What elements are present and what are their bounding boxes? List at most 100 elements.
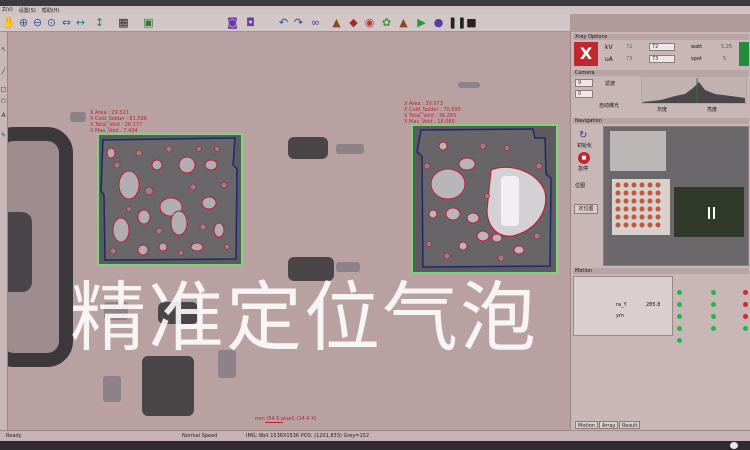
navigation-header: Navigation — [573, 118, 749, 124]
tab-array[interactable]: Array — [599, 421, 619, 429]
preview-bga-array — [612, 179, 670, 235]
brush-icon[interactable]: ✎ — [0, 132, 7, 139]
pan-icon[interactable]: ✋ — [2, 16, 16, 29]
menu-item-help[interactable]: 帮助(H) — [42, 7, 60, 14]
control-panel: Xray Options X kV uA 72 73 72 73 watt sp… — [570, 32, 750, 441]
text-tool-icon[interactable]: A — [0, 112, 7, 119]
tab-result[interactable]: Result — [619, 421, 641, 429]
position-map-checkbox[interactable]: 位图 — [575, 182, 585, 189]
undo-icon[interactable]: ↶ — [277, 16, 290, 29]
offset-select[interactable]: 0 — [575, 90, 593, 98]
component-shadow — [103, 376, 121, 402]
landscape-icon[interactable]: ▲ — [397, 16, 410, 29]
taskbar — [0, 441, 750, 450]
crosshair-marker — [708, 207, 710, 219]
axis-label: ra_Y — [616, 302, 627, 308]
locate-image-button[interactable]: 定位图 — [574, 204, 598, 214]
rectangle-icon[interactable]: □ — [0, 86, 7, 93]
status-dot — [743, 314, 748, 319]
line-icon[interactable]: ╱ — [0, 68, 7, 75]
play-icon[interactable]: ▶ — [415, 16, 428, 29]
emergency-stop-icon[interactable]: ■ — [578, 152, 590, 164]
inspection-app: Z(V) 设置(S) 帮助(H) ✋ ⊕ ⊖ ⊙ ⇔ ↔ ↕ ▦ ▣ ◙ ◘ ↶… — [0, 0, 750, 450]
kv-setpoint-field[interactable]: 72 — [649, 43, 675, 51]
gain-select[interactable]: 9 — [575, 79, 593, 87]
status-dot — [743, 326, 748, 331]
image-enhance-icon[interactable]: ▲ — [330, 16, 343, 29]
annotation-left: X Area : 29.521 X Cold_Solder : 81.596 X… — [90, 110, 147, 134]
navigation-preview[interactable] — [603, 126, 749, 266]
zoom-out-icon[interactable]: ⊖ — [31, 16, 44, 29]
status-dot — [711, 290, 716, 295]
xray-off-button[interactable]: X — [574, 42, 598, 66]
chip-icon[interactable]: ▣ — [142, 16, 155, 29]
left-toolbar: ↖ ╱ □ ⬠ A ✎ — [0, 32, 8, 430]
status-mode: Normal Speed — [182, 433, 218, 439]
status-image-info: IMG: 8bit 1536X1536 POS: (1201,833) Grey… — [246, 433, 370, 439]
redo-icon[interactable]: ↷ — [292, 16, 305, 29]
component-shadow — [336, 144, 364, 154]
record-icon[interactable]: ● — [432, 16, 445, 29]
emergency-stop-label: 急停 — [578, 166, 589, 172]
axis-unit-label: ym — [616, 313, 624, 319]
pause-icon[interactable]: ❚❚ — [448, 16, 466, 29]
motion-header: Motion — [573, 268, 749, 274]
image-filter-icon[interactable]: ◆ — [347, 16, 360, 29]
status-dot — [677, 338, 682, 343]
status-dot — [677, 302, 682, 307]
color-map-icon[interactable]: ◉ — [363, 16, 376, 29]
watt-label: watt — [691, 44, 703, 50]
status-dot — [677, 290, 682, 295]
component-shadow — [142, 356, 194, 416]
bga-grid — [615, 182, 661, 228]
initialize-label: 初始化 — [577, 143, 593, 149]
spot-value: 5 — [723, 56, 727, 62]
component-shadow — [336, 262, 360, 272]
status-dot — [677, 326, 682, 331]
inspection-region-left[interactable] — [97, 133, 243, 266]
status-dot — [711, 326, 716, 331]
stop-icon[interactable]: ■ — [465, 16, 478, 29]
zoom-fit-icon[interactable]: ⊙ — [45, 16, 58, 29]
watermark-caption: 精准定位气泡 — [70, 273, 538, 362]
menu-item-settings[interactable]: 设置(S) — [19, 7, 36, 14]
watt-value: 5.25 — [721, 44, 733, 50]
flower-icon[interactable]: ✿ — [380, 16, 393, 29]
status-dot — [711, 302, 716, 307]
grid-icon[interactable]: ▦ — [117, 16, 130, 29]
camera-icon[interactable]: ◙ — [226, 16, 239, 29]
save-image-icon[interactable]: ◘ — [244, 16, 257, 29]
flip-horizontal-icon[interactable]: ⇔ — [60, 16, 73, 29]
status-dot — [743, 290, 748, 295]
measure-vertical-icon[interactable]: ↕ — [93, 16, 106, 29]
link-icon[interactable]: ∞ — [309, 16, 322, 29]
kv-actual: 72 — [626, 44, 633, 50]
axis-value: 285.8 — [646, 302, 661, 308]
measure-horizontal-icon[interactable]: ↔ — [74, 16, 87, 29]
spot-label: spot — [691, 56, 702, 62]
initialize-icon[interactable]: ↻ — [579, 130, 587, 141]
annotation-max-void: X Max_Void : 7.434 — [90, 128, 138, 134]
connector-component — [8, 212, 32, 292]
xray-image-viewer[interactable]: X Area : 29.521 X Cold_Solder : 81.596 X… — [8, 32, 570, 430]
preview-board — [610, 131, 666, 171]
wechat-icon — [730, 442, 738, 449]
zoom-in-icon[interactable]: ⊕ — [17, 16, 30, 29]
auto-exposure-checkbox[interactable]: 自动曝光 — [599, 102, 619, 109]
inspection-region-right[interactable] — [411, 124, 558, 274]
motion-axis-table: ra_Y 285.8 ym — [573, 276, 673, 336]
component-shadow — [458, 82, 480, 88]
ua-actual: 73 — [626, 56, 633, 62]
ua-setpoint-field[interactable]: 73 — [649, 55, 675, 63]
polygon-icon[interactable]: ⬠ — [0, 98, 7, 105]
ua-label: uA — [605, 56, 613, 63]
xray-status-indicator — [739, 42, 749, 66]
annotation-max-void: X Max_Void : 18.060 — [404, 119, 455, 125]
menu-bar: Z(V) 设置(S) 帮助(H) — [0, 6, 750, 14]
status-dot — [677, 314, 682, 319]
status-dot — [743, 302, 748, 307]
menu-item-view[interactable]: Z(V) — [2, 7, 13, 13]
status-ready: Ready — [6, 433, 22, 439]
pointer-icon[interactable]: ↖ — [0, 46, 7, 53]
tab-motion[interactable]: Motion — [575, 421, 598, 429]
